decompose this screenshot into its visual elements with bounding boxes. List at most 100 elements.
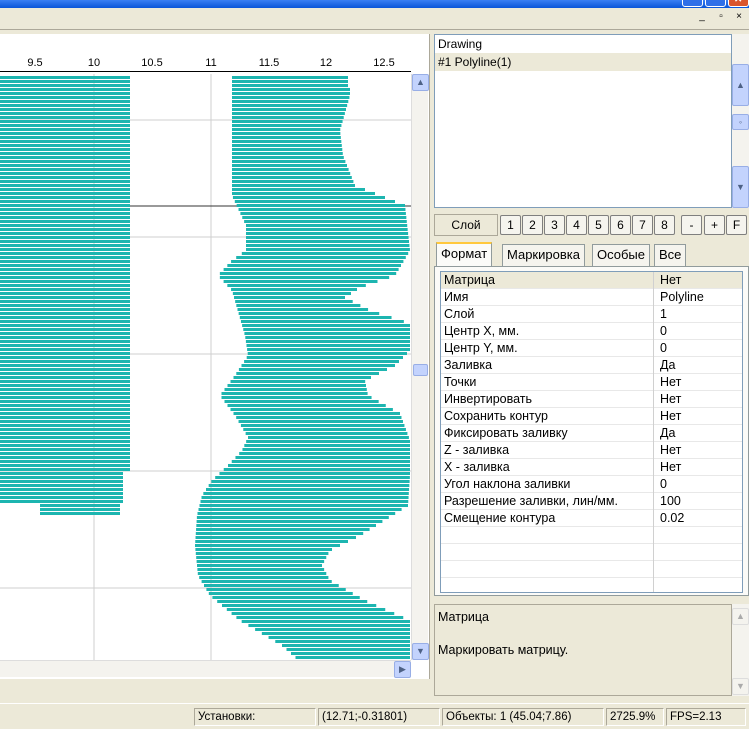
hatch-line xyxy=(0,144,130,147)
object-list[interactable]: Drawing #1 Polyline(1) xyxy=(434,34,732,208)
layer-f-button[interactable]: F xyxy=(726,215,747,235)
minimize-button[interactable] xyxy=(682,0,703,7)
property-name: Разрешение заливки, лин/мм. xyxy=(441,493,654,510)
hatch-line xyxy=(0,212,130,215)
property-row[interactable]: Центр X, мм. 0 xyxy=(441,323,742,340)
layer-plus-button[interactable]: + xyxy=(704,215,725,235)
desc-scroll-down[interactable]: ▼ xyxy=(732,678,749,695)
hatch-line xyxy=(0,220,130,223)
hatch-line xyxy=(232,104,348,107)
property-value[interactable]: Нет xyxy=(660,391,681,407)
property-value[interactable]: Нет xyxy=(660,459,681,475)
property-value[interactable]: 1 xyxy=(660,306,667,322)
hatch-line xyxy=(195,540,348,543)
list-scroll-down[interactable]: ▼ xyxy=(732,166,749,208)
hatch-line xyxy=(0,268,130,271)
tab-special[interactable]: Особые xyxy=(592,244,651,266)
property-row[interactable]: Инвертировать Нет xyxy=(441,391,742,408)
properties-grid[interactable]: Матрица Нет Имя Polyline Слой 1 Центр X, мм. 0 Ц… xyxy=(440,271,743,593)
property-value[interactable]: Нет xyxy=(660,442,681,458)
desc-scroll-up[interactable]: ▲ xyxy=(732,608,749,625)
hatch-line xyxy=(223,268,399,271)
hatch-line xyxy=(0,284,130,287)
property-value[interactable]: 0.02 xyxy=(660,510,684,526)
mdi-restore-button[interactable]: ▫ xyxy=(713,11,729,25)
property-value[interactable]: Нет xyxy=(660,272,681,288)
hatch-line xyxy=(244,332,410,335)
layer-button-5[interactable]: 5 xyxy=(588,215,609,235)
property-row[interactable]: Разрешение заливки, лин/мм. 100 xyxy=(441,493,742,510)
hatch-line xyxy=(0,256,130,259)
ruler-tick-label: 9.5 xyxy=(27,57,43,69)
layer-button-2[interactable]: 2 xyxy=(522,215,543,235)
list-scroll-up[interactable]: ▲ xyxy=(732,64,749,106)
layer-button-3[interactable]: 3 xyxy=(544,215,565,235)
status-settings: Установки: xyxy=(194,708,316,726)
tab-format[interactable]: Формат xyxy=(436,242,493,267)
hatch-line xyxy=(0,360,130,363)
property-name: Слой xyxy=(441,306,654,323)
hatch-line xyxy=(0,120,130,123)
tab-marking[interactable]: Маркировка xyxy=(502,244,585,266)
layer-button-6[interactable]: 6 xyxy=(610,215,631,235)
vertical-scrollbar[interactable]: ▲ ▼ xyxy=(411,74,429,660)
layer-minus-button[interactable]: - xyxy=(681,215,702,235)
hatch-line xyxy=(244,360,399,363)
property-row[interactable]: Z - заливка Нет xyxy=(441,442,742,459)
hatch-line xyxy=(231,288,357,291)
scroll-down-arrow[interactable]: ▼ xyxy=(412,643,429,660)
property-row[interactable]: Смещение контура 0.02 xyxy=(441,510,742,527)
property-value[interactable]: 100 xyxy=(660,493,681,509)
list-item-drawing[interactable]: Drawing xyxy=(435,35,731,53)
app-window: ✕ _ ▫ × 9.51010.51111.51212.5 ▲ ▼ ▶ Draw… xyxy=(0,0,749,729)
property-value[interactable]: Да xyxy=(660,357,675,373)
property-row[interactable]: Фиксировать заливку Да xyxy=(441,425,742,442)
mdi-close-button[interactable]: × xyxy=(731,11,747,25)
hatch-line xyxy=(0,448,130,451)
property-row[interactable]: Заливка Да xyxy=(441,357,742,374)
layer-button-1[interactable]: 1 xyxy=(500,215,521,235)
drawing-canvas[interactable]: 9.5 10 10.5 11 11.5 12 12.5 ▲ ▼ ▶ xyxy=(0,34,430,679)
property-row[interactable]: Матрица Нет xyxy=(441,272,742,289)
hatch-line xyxy=(275,640,410,643)
property-value[interactable]: Нет xyxy=(660,408,681,424)
hatch-line xyxy=(232,168,349,171)
list-item-polyline[interactable]: #1 Polyline(1) xyxy=(435,53,731,71)
property-value[interactable]: 0 xyxy=(660,476,667,492)
hatch-drawing[interactable] xyxy=(0,74,411,660)
hatch-line xyxy=(0,312,130,315)
property-row[interactable]: Центр Y, мм. 0 xyxy=(441,340,742,357)
property-row[interactable]: Слой 1 xyxy=(441,306,742,323)
description-scrollbar[interactable]: ▲ ▼ xyxy=(732,604,749,696)
hatch-line xyxy=(195,536,356,539)
property-value[interactable]: Polyline xyxy=(660,289,704,305)
tab-all[interactable]: Все xyxy=(654,244,687,266)
list-scroll-thumb[interactable]: ◦ xyxy=(732,114,749,130)
close-button[interactable]: ✕ xyxy=(728,0,749,7)
mdi-minimize-button[interactable]: _ xyxy=(694,11,710,25)
hatch-line xyxy=(233,376,371,379)
hatch-line xyxy=(0,348,130,351)
object-list-scrollbar[interactable]: ▲ ◦ ▼ xyxy=(732,34,749,208)
maximize-button[interactable] xyxy=(705,0,726,7)
property-row[interactable]: X - заливка Нет xyxy=(441,459,742,476)
property-row[interactable]: Сохранить контур Нет xyxy=(441,408,742,425)
property-value[interactable]: 0 xyxy=(660,323,667,339)
hatch-line xyxy=(227,284,366,287)
property-value[interactable]: 0 xyxy=(660,340,667,356)
property-row[interactable]: Точки Нет xyxy=(441,374,742,391)
scroll-right-arrow[interactable]: ▶ xyxy=(394,661,411,678)
property-row[interactable]: Имя Polyline xyxy=(441,289,742,306)
property-row[interactable]: Угол наклона заливки 0 xyxy=(441,476,742,493)
property-value[interactable]: Да xyxy=(660,425,675,441)
scroll-up-arrow[interactable]: ▲ xyxy=(412,74,429,91)
layer-button-4[interactable]: 4 xyxy=(566,215,587,235)
horizontal-scrollbar[interactable]: ▶ xyxy=(0,660,411,678)
property-value[interactable]: Нет xyxy=(660,374,681,390)
layer-button-8[interactable]: 8 xyxy=(654,215,675,235)
hatch-line xyxy=(247,352,407,355)
hatch-line xyxy=(255,628,410,631)
hatch-line xyxy=(232,180,354,183)
layer-button-7[interactable]: 7 xyxy=(632,215,653,235)
scroll-thumb[interactable] xyxy=(413,364,428,376)
